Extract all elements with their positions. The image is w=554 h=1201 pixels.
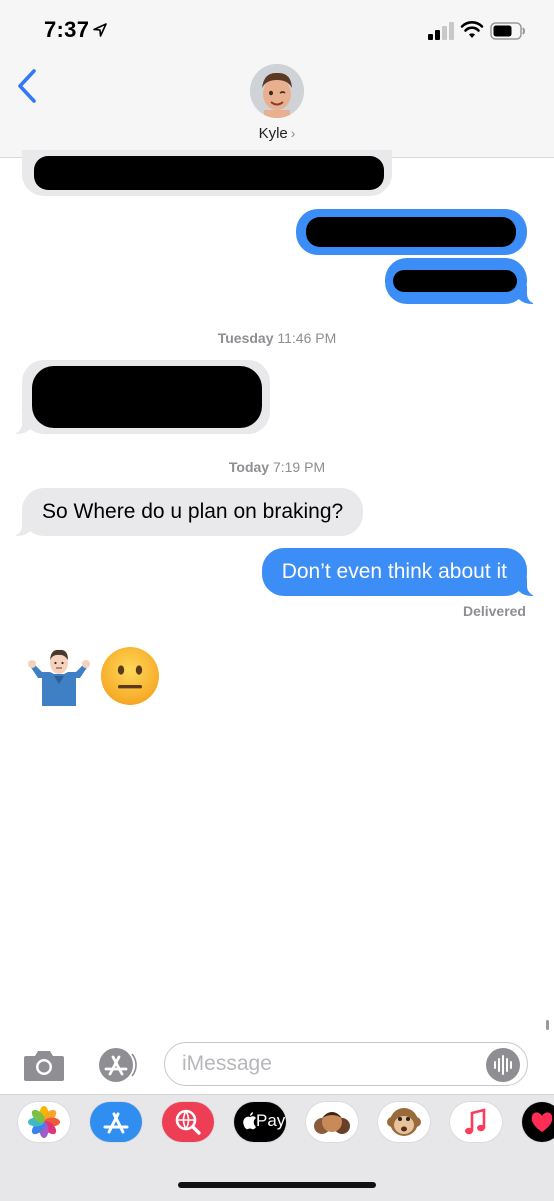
redacted-incoming-bubble[interactable] [22,150,392,196]
photos-icon [28,1106,60,1138]
chevron-right-icon: › [290,125,296,141]
battery-icon [490,22,525,40]
timestamp-time: 11:46 PM [277,330,337,346]
back-chevron-icon[interactable] [16,68,38,104]
neutral-face-emoji-icon[interactable] [100,646,160,706]
drawer-app-image-search[interactable] [162,1102,214,1142]
timestamp-tuesday: Tuesday 11:46 PM [0,330,554,346]
apple-pay-label: Pay [256,1111,286,1130]
drawer-app-animoji[interactable] [378,1102,430,1142]
monkey-animoji-icon [387,1108,421,1136]
globe-search-icon [175,1109,201,1135]
delivered-status: Delivered [462,603,526,619]
redaction-scribble [393,270,517,292]
timestamp-today: Today 7:19 PM [0,459,554,475]
heart-icon [531,1112,553,1132]
message-input-placeholder: iMessage [182,1052,272,1075]
home-indicator[interactable] [178,1182,376,1188]
cellular-signal-icon [428,22,454,40]
message-text: So Where do u plan on braking? [42,500,344,523]
redacted-outgoing-bubble[interactable] [385,258,537,304]
drawer-app-music[interactable] [450,1102,502,1142]
memoji-avatar-icon [250,64,304,118]
outgoing-message-bubble[interactable]: Don’t even think about it [261,548,538,596]
redaction-scribble [34,156,384,190]
status-time: 7:37 [44,17,90,42]
timestamp-day: Tuesday [217,330,274,346]
music-note-icon [465,1108,486,1135]
drawer-app-digital-touch[interactable] [522,1102,554,1142]
memoji-stickers-icon [314,1112,350,1134]
drawer-app-store[interactable] [90,1102,142,1142]
message-text: Don’t even think about it [281,560,507,583]
apple-logo-icon [243,1112,256,1130]
redacted-incoming-bubble[interactable] [12,360,270,434]
wifi-icon [460,21,484,38]
incoming-message-bubble[interactable]: So Where do u plan on braking? [11,488,364,536]
drawer-app-photos[interactable] [18,1102,70,1142]
timestamp-day: Today [228,459,270,475]
location-arrow-icon [93,23,107,37]
redaction-scribble [306,217,516,247]
app-store-icon [103,1112,129,1134]
contact-avatar[interactable] [250,64,304,118]
redaction-scribble [32,366,262,428]
redacted-outgoing-bubble[interactable] [296,209,527,255]
audio-message-button[interactable] [486,1048,520,1082]
contact-name-label: Kyle [258,125,288,142]
timestamp-time: 7:19 PM [272,459,326,475]
app-store-icon[interactable] [94,1046,140,1084]
scroll-indicator[interactable] [546,1020,549,1030]
drawer-app-memoji-stickers[interactable] [306,1102,358,1142]
audio-waveform-icon [494,1055,512,1075]
drawer-app-apple-pay[interactable]: Pay [234,1102,286,1142]
camera-icon[interactable] [22,1048,66,1082]
man-shrugging-emoji-icon[interactable] [26,646,92,706]
contact-name[interactable]: Kyle › [0,125,554,142]
